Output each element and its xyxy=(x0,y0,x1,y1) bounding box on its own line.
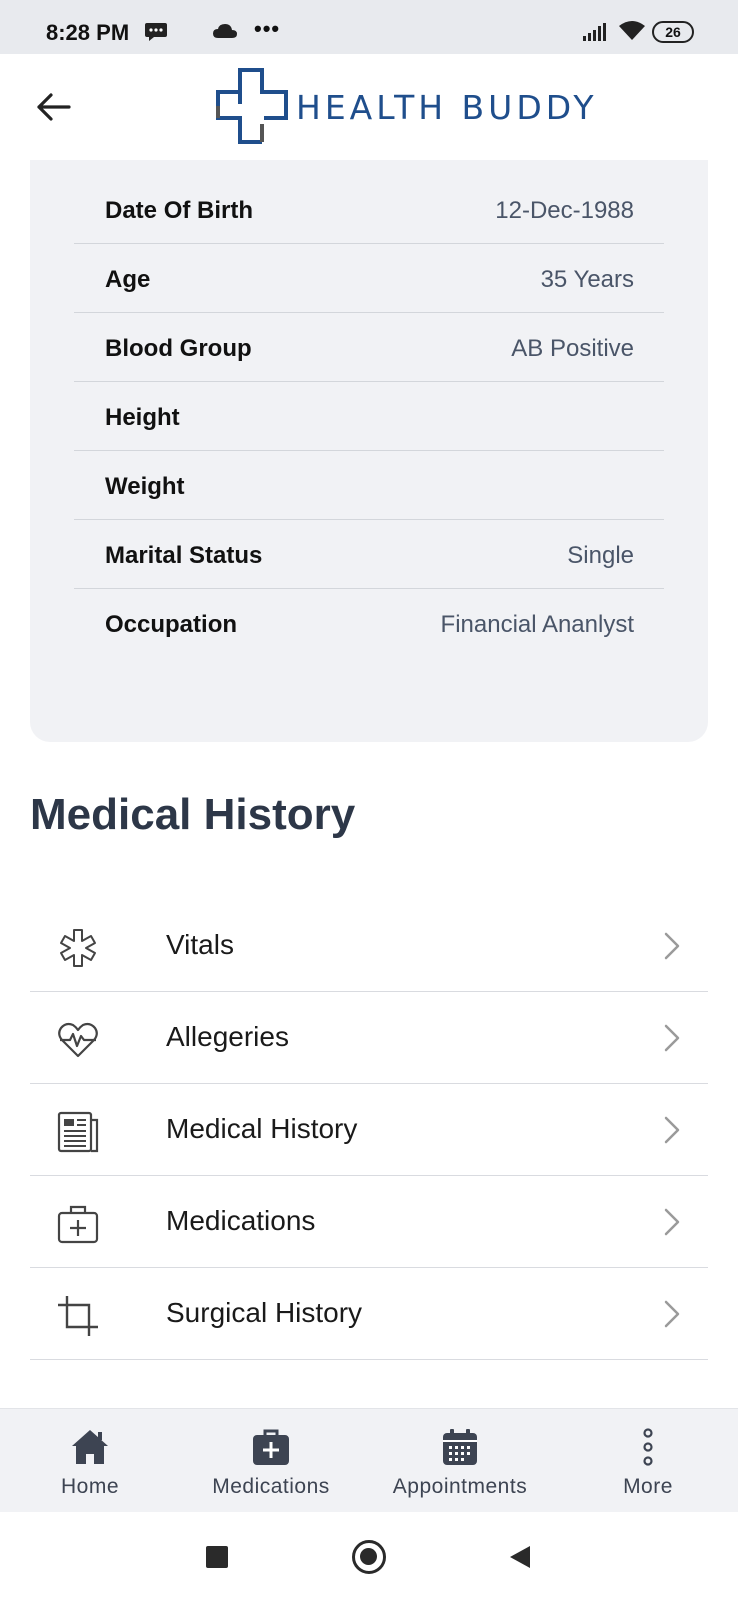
info-label: Blood Group xyxy=(105,335,252,362)
bottom-navigation: Home Medications Appointments More xyxy=(0,1408,738,1512)
nav-item-appointments[interactable]: Appointments xyxy=(384,1409,536,1513)
info-label: Age xyxy=(105,266,151,293)
nav-item-medications[interactable]: Medications xyxy=(200,1409,342,1513)
status-time: 8:28 PM xyxy=(46,20,130,45)
info-row-date-of-birth: Date Of Birth 12-Dec-1988 xyxy=(74,175,664,244)
info-row-height: Height xyxy=(74,382,664,451)
info-row-marital-status: Marital Status Single xyxy=(74,520,664,589)
nav-label: More xyxy=(623,1475,673,1498)
info-label: Occupation xyxy=(105,611,238,638)
wifi-icon xyxy=(619,21,645,40)
section-title: Medical History xyxy=(30,790,356,839)
info-label: Weight xyxy=(105,473,185,500)
info-label: Date Of Birth xyxy=(105,197,254,224)
arrow-left-icon xyxy=(37,93,71,121)
history-item-medical-history[interactable]: Medical History xyxy=(30,1084,708,1176)
history-item-label: Vitals xyxy=(166,929,234,960)
nav-item-more[interactable]: More xyxy=(610,1409,686,1513)
history-item-label: Surgical History xyxy=(166,1297,363,1328)
info-row-age: Age 35 Years xyxy=(74,244,664,313)
battery-icon: 26 xyxy=(652,21,694,43)
chevron-right-icon xyxy=(664,1116,680,1144)
history-item-vitals[interactable]: Vitals xyxy=(30,900,708,992)
profile-info-card: Date Of Birth 12-Dec-1988 Age 35 Years B… xyxy=(30,160,708,742)
app-logo: HEALTH BUDDY xyxy=(208,66,598,148)
medical-kit-icon xyxy=(57,1205,99,1244)
chevron-right-icon xyxy=(664,1208,680,1236)
message-icon xyxy=(145,23,167,41)
info-row-occupation: Occupation Financial Ananlyst xyxy=(74,589,664,658)
app-header: HEALTH BUDDY xyxy=(0,54,738,158)
history-item-label: Medications xyxy=(166,1205,316,1236)
info-value: Financial Ananlyst xyxy=(440,611,634,638)
history-item-label: Medical History xyxy=(166,1113,358,1144)
info-value: 35 Years xyxy=(540,266,634,293)
chevron-right-icon xyxy=(664,1300,680,1328)
history-item-label: Allegeries xyxy=(166,1021,289,1052)
info-value: Single xyxy=(567,542,634,569)
history-item-medications[interactable]: Medications xyxy=(30,1176,708,1268)
history-item-surgical-history[interactable]: Surgical History xyxy=(30,1268,708,1360)
asterisk-icon xyxy=(60,929,96,967)
info-label: Height xyxy=(105,404,180,431)
logo-text: HEALTH BUDDY xyxy=(296,87,598,127)
info-row-weight: Weight xyxy=(74,451,664,520)
home-button[interactable] xyxy=(352,1540,386,1574)
signal-icon xyxy=(583,23,606,41)
home-icon xyxy=(72,1430,108,1464)
info-label: Marital Status xyxy=(105,542,263,569)
medical-bag-icon xyxy=(253,1429,289,1465)
info-value: 12-Dec-1988 xyxy=(495,197,634,224)
document-icon xyxy=(57,1111,99,1153)
more-vertical-icon xyxy=(643,1428,653,1466)
status-bar: 8:28 PM ••• 26 xyxy=(0,0,738,54)
nav-label: Appointments xyxy=(392,1475,528,1498)
home-button-dot xyxy=(360,1548,377,1565)
history-item-allergies[interactable]: Allegeries xyxy=(30,992,708,1084)
back-button[interactable] xyxy=(30,84,76,130)
logo-cross-icon xyxy=(216,68,288,144)
overflow-dots: ••• xyxy=(254,16,281,41)
nav-item-home[interactable]: Home xyxy=(50,1409,130,1513)
nav-label: Medications xyxy=(212,1475,330,1498)
info-row-blood-group: Blood Group AB Positive xyxy=(74,313,664,382)
info-value: AB Positive xyxy=(511,335,634,362)
crop-icon xyxy=(58,1296,98,1336)
heartbeat-icon xyxy=(58,1022,98,1058)
calendar-icon xyxy=(443,1429,477,1465)
cloud-icon xyxy=(213,24,237,38)
system-back-button[interactable] xyxy=(508,1544,532,1570)
chevron-right-icon xyxy=(664,932,680,960)
chevron-right-icon xyxy=(664,1024,680,1052)
nav-label: Home xyxy=(60,1475,120,1498)
recent-apps-button[interactable] xyxy=(206,1546,228,1568)
